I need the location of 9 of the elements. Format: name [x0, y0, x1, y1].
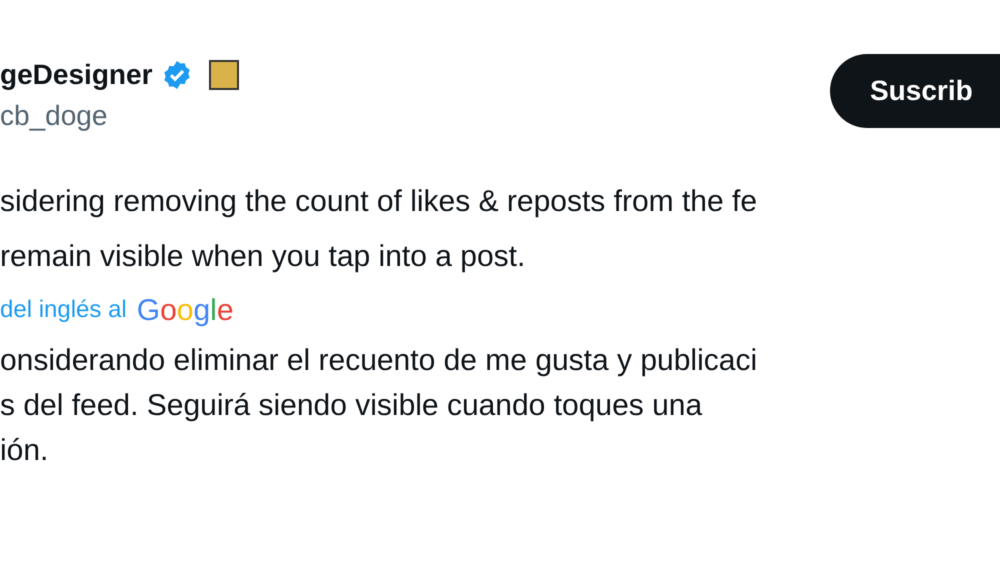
translated-text-line: ión. [0, 433, 50, 469]
subscribe-button[interactable]: Suscrib [830, 54, 1000, 128]
google-logo: Google [136, 292, 234, 328]
author-name[interactable]: geDesigner [0, 61, 152, 89]
translated-text-line: onsiderando eliminar el recuento de me gusta y publicaci [0, 343, 758, 379]
post-text-line: remain visible when you tap into a post. [0, 239, 526, 275]
post-text-line: sidering removing the count of likes & reposts from the fe [0, 184, 758, 220]
author-handle[interactable]: cb_doge [0, 98, 238, 134]
translated-text-line: s del feed. Seguirá siendo visible cuando toques una [0, 388, 704, 424]
